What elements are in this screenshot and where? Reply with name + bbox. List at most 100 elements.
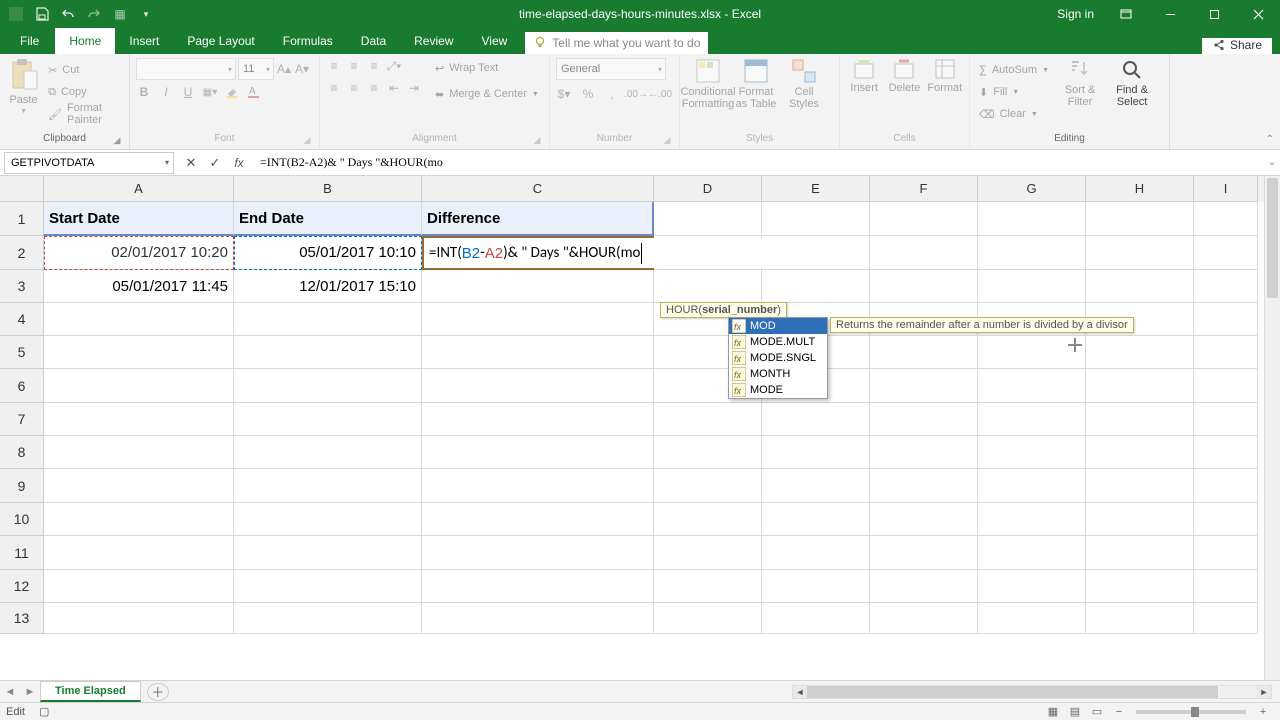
clipboard-launcher-icon[interactable]: ◢ — [111, 135, 123, 147]
page-break-view-icon[interactable]: ▭ — [1086, 705, 1108, 718]
cell[interactable] — [978, 369, 1086, 403]
cell[interactable] — [234, 603, 422, 634]
tab-insert[interactable]: Insert — [115, 28, 173, 54]
cell[interactable] — [978, 336, 1086, 369]
cell[interactable] — [978, 469, 1086, 503]
row-header[interactable]: 3 — [0, 270, 44, 303]
cell[interactable] — [762, 536, 870, 570]
cell[interactable] — [44, 403, 234, 436]
name-box[interactable]: GETPIVOTDATA — [4, 152, 174, 174]
cell[interactable]: 12/01/2017 15:10 — [234, 270, 422, 303]
cell[interactable] — [762, 436, 870, 469]
cell[interactable] — [422, 369, 654, 403]
fill-color-icon[interactable] — [224, 84, 240, 100]
row-header[interactable]: 1 — [0, 202, 44, 236]
cell[interactable] — [762, 570, 870, 603]
column-header[interactable]: H — [1086, 176, 1194, 202]
italic-icon[interactable]: I — [158, 84, 174, 100]
cell[interactable] — [44, 369, 234, 403]
cell[interactable] — [1086, 336, 1194, 369]
cell[interactable] — [234, 403, 422, 436]
sheet-nav-next-icon[interactable]: ► — [20, 686, 40, 698]
cell[interactable] — [422, 303, 654, 336]
column-header[interactable]: D — [654, 176, 762, 202]
row-header[interactable]: 5 — [0, 336, 44, 369]
minimize-button[interactable] — [1148, 0, 1192, 28]
delete-cells-button[interactable]: Delete — [886, 58, 922, 94]
underline-icon[interactable]: U — [180, 84, 196, 100]
cell[interactable] — [1086, 202, 1194, 236]
cell[interactable] — [234, 369, 422, 403]
formula-autocomplete-list[interactable]: fxMODfxMODE.MULTfxMODE.SNGLfxMONTHfxMODE — [728, 317, 828, 399]
cell[interactable] — [870, 369, 978, 403]
row-header[interactable]: 11 — [0, 536, 44, 570]
autocomplete-item[interactable]: fxMODE.SNGL — [729, 350, 827, 366]
cell[interactable] — [1194, 570, 1258, 603]
cell[interactable] — [870, 469, 978, 503]
row-header[interactable]: 13 — [0, 603, 44, 634]
cell[interactable] — [762, 236, 870, 270]
cell[interactable] — [1194, 469, 1258, 503]
column-header[interactable]: E — [762, 176, 870, 202]
cell[interactable] — [762, 469, 870, 503]
cell[interactable] — [978, 536, 1086, 570]
cell[interactable] — [422, 336, 654, 369]
cell[interactable] — [654, 270, 762, 303]
percent-format-icon[interactable]: % — [580, 86, 596, 102]
cell[interactable] — [978, 436, 1086, 469]
fill-button[interactable]: ⬇Fill▼ — [976, 82, 1052, 102]
tab-file[interactable]: File — [4, 28, 55, 54]
clear-button[interactable]: ⌫Clear▼ — [976, 104, 1052, 124]
increase-font-icon[interactable]: A▴ — [276, 61, 292, 77]
cell[interactable] — [44, 503, 234, 536]
cell[interactable] — [422, 536, 654, 570]
format-painter-button[interactable]: 🖌Format Painter — [45, 104, 123, 124]
cell[interactable] — [1086, 536, 1194, 570]
format-as-table-button[interactable]: Format as Table — [734, 58, 778, 110]
cancel-formula-icon[interactable]: ✕ — [180, 152, 202, 174]
column-header[interactable]: I — [1194, 176, 1258, 202]
tab-data[interactable]: Data — [347, 28, 400, 54]
cell[interactable] — [978, 202, 1086, 236]
cell[interactable] — [44, 536, 234, 570]
row-header[interactable]: 12 — [0, 570, 44, 603]
horizontal-scrollbar[interactable]: ◄ ► — [792, 685, 1272, 699]
cell[interactable] — [870, 436, 978, 469]
cell[interactable] — [422, 469, 654, 503]
cell[interactable] — [1086, 603, 1194, 634]
row-header[interactable]: 10 — [0, 503, 44, 536]
row-header[interactable]: 6 — [0, 369, 44, 403]
cell[interactable] — [1086, 270, 1194, 303]
cell-area[interactable]: Start DateEnd DateDifference02/01/2017 1… — [44, 202, 1264, 680]
cell[interactable]: 05/01/2017 10:10 — [234, 236, 422, 270]
save-icon[interactable] — [31, 3, 53, 25]
cell[interactable] — [762, 603, 870, 634]
cell[interactable] — [1086, 469, 1194, 503]
comma-format-icon[interactable]: , — [604, 86, 620, 102]
align-right-icon[interactable]: ≡ — [366, 80, 382, 96]
cell[interactable]: Start Date — [44, 202, 234, 236]
copy-button[interactable]: ⧉Copy — [45, 82, 123, 102]
undo-icon[interactable] — [57, 3, 79, 25]
cell[interactable] — [870, 236, 978, 270]
zoom-out-icon[interactable]: − — [1108, 706, 1130, 718]
row-header[interactable]: 4 — [0, 303, 44, 336]
decrease-decimal-icon[interactable]: ←.00 — [652, 86, 668, 102]
cell[interactable] — [762, 202, 870, 236]
touch-mode-icon[interactable]: ▦ — [109, 3, 131, 25]
cell[interactable] — [1086, 570, 1194, 603]
tab-page-layout[interactable]: Page Layout — [173, 28, 268, 54]
column-header[interactable]: F — [870, 176, 978, 202]
cell[interactable] — [870, 403, 978, 436]
cell[interactable] — [1194, 270, 1258, 303]
number-launcher-icon[interactable]: ◢ — [661, 135, 673, 147]
close-button[interactable] — [1236, 0, 1280, 28]
cell[interactable] — [870, 603, 978, 634]
row-header[interactable]: 8 — [0, 436, 44, 469]
cell[interactable] — [1086, 436, 1194, 469]
cell[interactable] — [44, 336, 234, 369]
cell[interactable] — [654, 570, 762, 603]
border-icon[interactable]: ▦▾ — [202, 84, 218, 100]
maximize-button[interactable] — [1192, 0, 1236, 28]
bold-icon[interactable]: B — [136, 84, 152, 100]
